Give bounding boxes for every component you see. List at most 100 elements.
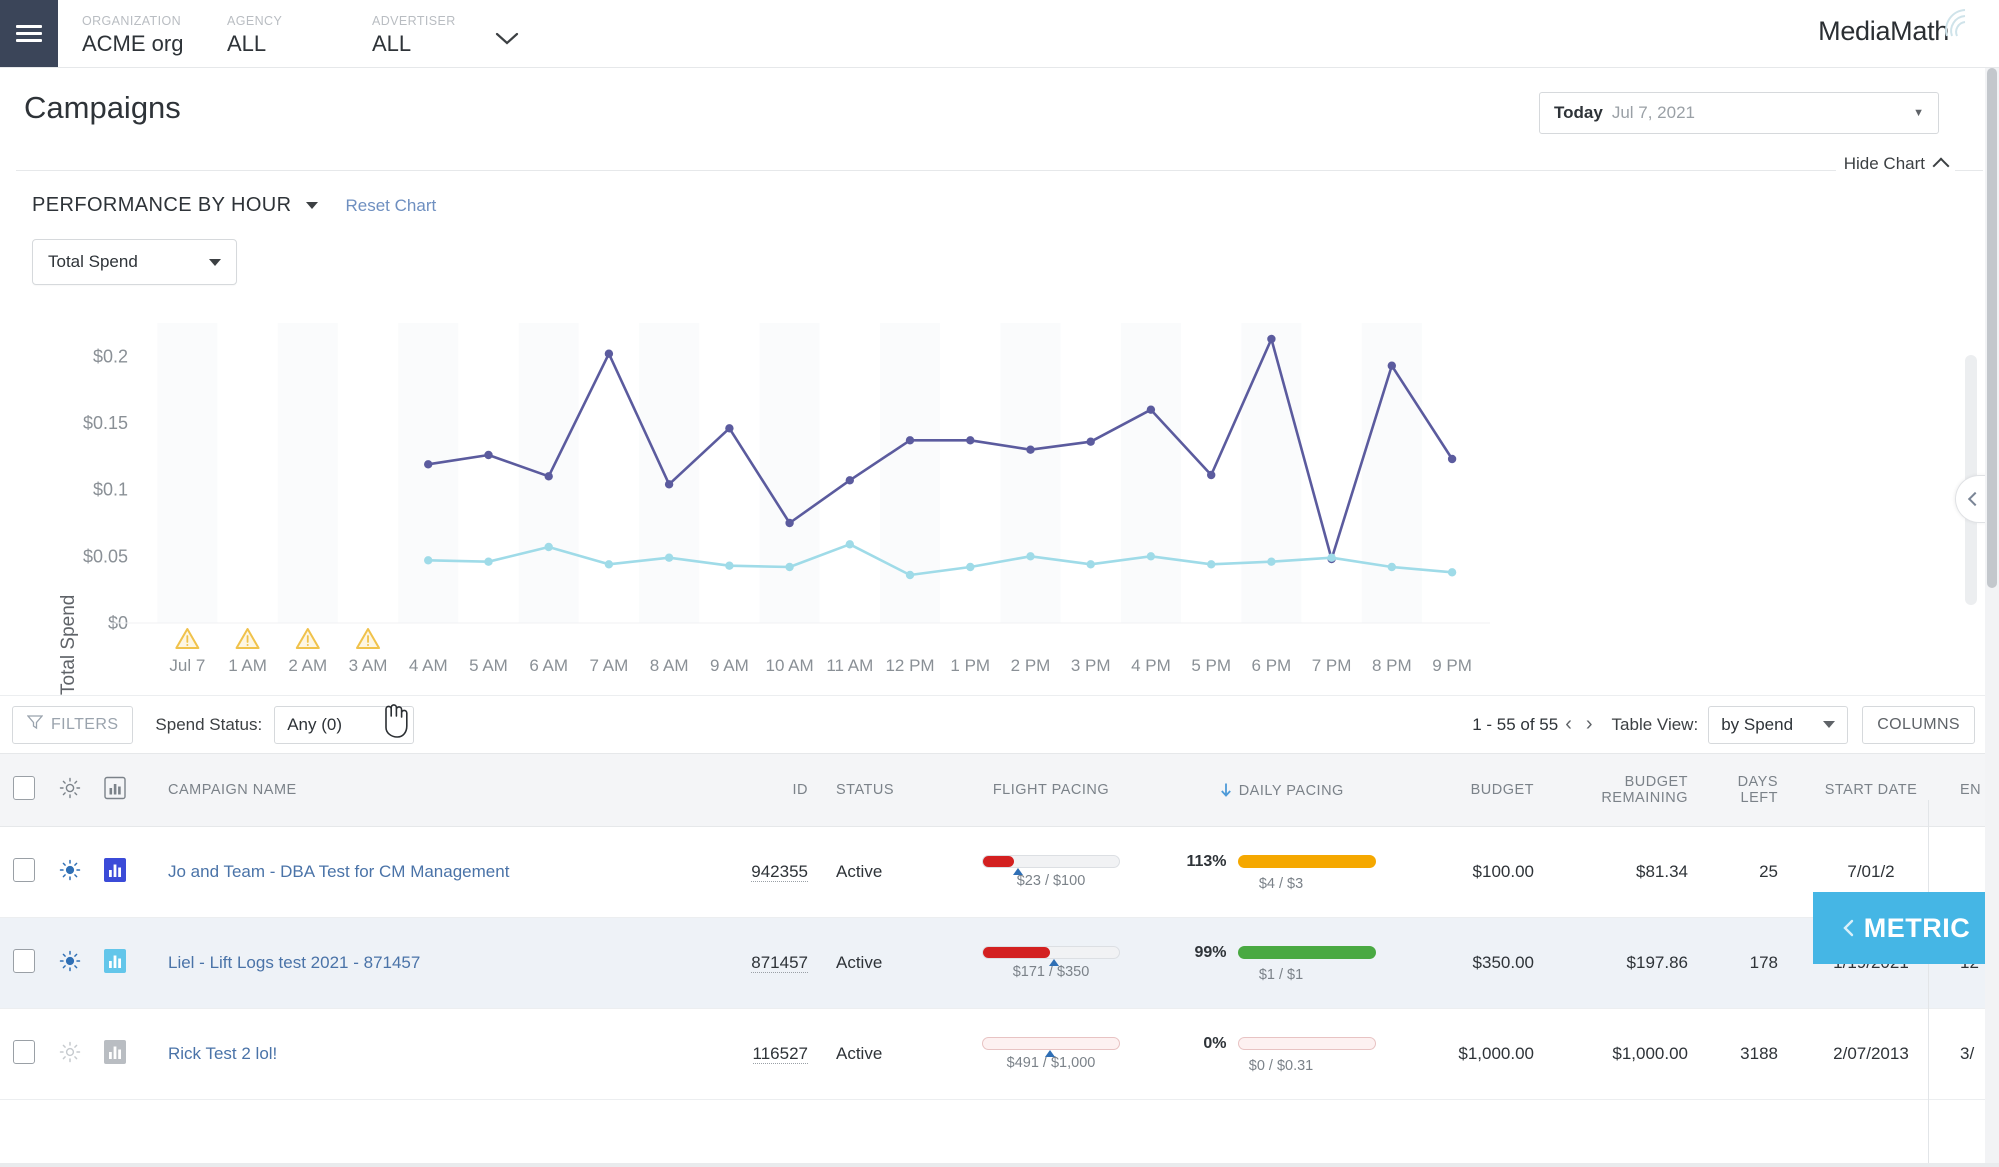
column-header-budget-remaining[interactable]: BUDGET REMAINING (1556, 753, 1706, 827)
svg-text:3 PM: 3 PM (1071, 656, 1111, 675)
table-header: CAMPAIGN NAME ID STATUS FLIGHT PACING DA… (0, 753, 1999, 827)
column-header-days-left[interactable]: DAYS LEFT (1706, 753, 1796, 827)
context-expand-chevron-down-icon[interactable] (494, 29, 520, 51)
date-range-date: Jul 7, 2021 (1611, 103, 1695, 122)
hamburger-menu-button[interactable] (0, 0, 58, 67)
daily-pacing-sub: $4 / $3 (1258, 875, 1304, 892)
campaign-name-link[interactable]: Liel - Lift Logs test 2021 - 871457 (168, 953, 420, 972)
daily-pacing: 0% $0 / $0.31 (1166, 1035, 1396, 1074)
flight-pacing-marker-icon (1048, 959, 1059, 966)
row-checkbox[interactable] (13, 857, 35, 882)
flight-pacing: $491 / $1,000 (936, 1037, 1166, 1071)
context-agency[interactable]: AGENCY ALL (227, 6, 372, 61)
campaigns-table: CAMPAIGN NAME ID STATUS FLIGHT PACING DA… (0, 753, 1999, 1100)
context-organization[interactable]: ORGANIZATION ACME org (82, 6, 227, 61)
table-row[interactable]: Rick Test 2 lol! 116527 Active $491 / $1… (0, 1008, 1999, 1100)
svg-text:5 AM: 5 AM (469, 656, 508, 675)
flight-pacing-marker-icon (1013, 868, 1024, 875)
daypart-header[interactable] (48, 753, 92, 827)
campaign-id[interactable]: 116527 (752, 1044, 808, 1064)
column-header-status[interactable]: STATUS (818, 753, 936, 827)
table-view-select[interactable]: by Spend (1708, 705, 1849, 744)
row-campaign-name-cell[interactable]: Rick Test 2 lol! (138, 1008, 698, 1100)
svg-text:$0.15: $0.15 (83, 413, 128, 433)
page-vertical-scrollbar[interactable] (1985, 68, 1999, 1167)
column-header-flight-pacing[interactable]: FLIGHT PACING (936, 753, 1166, 827)
metrics-panel-tab[interactable]: METRIC (1813, 892, 1999, 964)
flight-pacing-marker-icon (1044, 1050, 1055, 1057)
row-chart-toggle-cell[interactable] (92, 1008, 138, 1100)
chevron-down-icon: ▼ (1913, 107, 1924, 119)
column-header-id[interactable]: ID (698, 753, 818, 827)
pagination-next-button[interactable]: › (1579, 713, 1600, 736)
page-title: Campaigns (24, 90, 181, 125)
select-all-checkbox[interactable] (13, 776, 35, 800)
chart-previous-button[interactable] (1955, 475, 1989, 523)
row-campaign-name-cell[interactable]: Liel - Lift Logs test 2021 - 871457 (138, 917, 698, 1009)
sun-icon[interactable] (59, 1041, 81, 1068)
filters-label: FILTERS (51, 715, 119, 733)
bar-chart-icon (104, 776, 126, 804)
chart-plot-area[interactable]: $0 $0.05 $0.1 $0.15 $0.2 Jul 71 AM 2 AM 3 AM 4 A… (0, 295, 1560, 700)
hide-chart-toggle[interactable]: Hide Chart (1835, 154, 1955, 175)
row-flight-pacing-cell: $23 / $100 (936, 826, 1166, 918)
row-select-cell[interactable] (0, 826, 48, 918)
performance-by-dropdown[interactable]: PERFORMANCE BY HOUR (32, 194, 318, 217)
chart-toggle-header[interactable] (92, 753, 138, 827)
spend-status-select[interactable]: Any (0) (274, 705, 415, 744)
row-id-cell[interactable]: 942355 (698, 826, 818, 918)
row-daypart-cell[interactable] (48, 1008, 92, 1100)
campaign-id[interactable]: 942355 (751, 862, 808, 882)
bar-chart-icon[interactable] (103, 948, 127, 978)
row-select-cell[interactable] (0, 917, 48, 1009)
row-daily-pacing-cell: 113% $4 / $3 (1166, 826, 1396, 918)
column-header-budget[interactable]: BUDGET (1396, 753, 1556, 827)
table-row[interactable]: Jo and Team - DBA Test for CM Management… (0, 826, 1999, 918)
filters-button[interactable]: FILTERS (12, 705, 134, 744)
agency-value: ALL (227, 31, 267, 56)
row-chart-toggle-cell[interactable] (92, 917, 138, 1009)
svg-text:10 AM: 10 AM (765, 656, 813, 675)
chevron-down-icon (209, 258, 221, 266)
scrollbar-thumb[interactable] (1987, 68, 1997, 588)
column-header-daily-pacing[interactable]: DAILY PACING (1166, 753, 1396, 827)
reset-chart-button[interactable]: Reset Chart (346, 196, 437, 216)
row-id-cell[interactable]: 116527 (698, 1008, 818, 1100)
context-advertiser[interactable]: ADVERTISER ALL (372, 6, 472, 61)
row-checkbox[interactable] (13, 1039, 35, 1064)
sun-icon[interactable] (59, 950, 81, 977)
row-chart-toggle-cell[interactable] (92, 826, 138, 918)
campaign-name-link[interactable]: Rick Test 2 lol! (168, 1044, 277, 1063)
days-left-line1: DAYS (1737, 774, 1778, 790)
table-row[interactable]: Liel - Lift Logs test 2021 - 871457 8714… (0, 917, 1999, 1009)
row-daypart-cell[interactable] (48, 826, 92, 918)
daily-pacing-sub: $1 / $1 (1258, 966, 1304, 983)
days-left-line2: LEFT (1740, 790, 1778, 806)
sun-icon[interactable] (59, 859, 81, 886)
date-range-picker[interactable]: Today Jul 7, 2021 ▼ (1539, 92, 1939, 134)
row-checkbox[interactable] (13, 948, 35, 973)
campaign-name-link[interactable]: Jo and Team - DBA Test for CM Management (168, 862, 509, 881)
row-days-left-cell: 178 (1706, 917, 1796, 1009)
column-header-campaign-name[interactable]: CAMPAIGN NAME (138, 753, 698, 827)
chart-metric-select[interactable]: Total Spend (32, 239, 237, 285)
svg-text:11 AM: 11 AM (826, 656, 873, 675)
row-budget-cell: $100.00 (1396, 826, 1556, 918)
svg-text:2 AM: 2 AM (288, 656, 327, 675)
row-campaign-name-cell[interactable]: Jo and Team - DBA Test for CM Management (138, 826, 698, 918)
hamburger-icon (16, 21, 42, 46)
row-select-cell[interactable] (0, 1008, 48, 1100)
daily-pacing: 99% $1 / $1 (1166, 944, 1396, 983)
select-all-header[interactable] (0, 753, 48, 827)
row-id-cell[interactable]: 871457 (698, 917, 818, 1009)
bar-chart-icon[interactable] (103, 857, 127, 887)
bar-chart-icon[interactable] (103, 1039, 127, 1069)
row-daypart-cell[interactable] (48, 917, 92, 1009)
svg-text:Jul 7: Jul 7 (169, 656, 205, 675)
flight-pacing-bar (982, 855, 1120, 875)
svg-text:1 PM: 1 PM (950, 656, 990, 675)
campaign-id[interactable]: 871457 (751, 953, 808, 973)
pagination-previous-button[interactable]: ‹ (1558, 713, 1579, 736)
column-header-start-date[interactable]: START DATE (1796, 753, 1946, 827)
columns-button[interactable]: COLUMNS (1862, 705, 1975, 744)
